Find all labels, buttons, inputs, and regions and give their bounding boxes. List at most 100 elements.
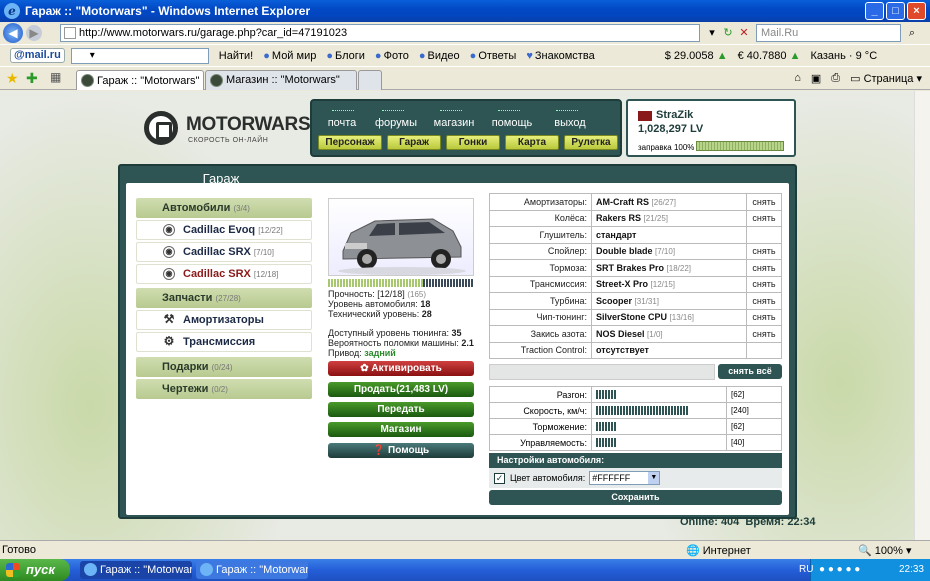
color-select[interactable]: #FFFFFF ▼ bbox=[589, 471, 661, 485]
car-item-selected[interactable]: ◉ Cadillac SRX [12/18] bbox=[136, 264, 312, 284]
part-label: Тормоза: bbox=[489, 259, 592, 277]
toolbar-link-video[interactable]: ● Видео bbox=[419, 50, 460, 62]
remove-part-link[interactable]: снять bbox=[746, 209, 782, 227]
answers-icon: ● bbox=[469, 49, 477, 62]
tab-shop[interactable]: Магазин :: "Motorwars" bbox=[205, 70, 357, 90]
close-button[interactable]: × bbox=[907, 2, 926, 20]
tab-bar: ★ ✚ ▦ Гараж :: "Motorwars"✕ Магазин :: "… bbox=[0, 66, 930, 90]
taskbar-item[interactable]: Гараж :: "Motorwars... bbox=[80, 561, 192, 579]
part-item-shocks[interactable]: ⚒ Амортизаторы bbox=[136, 310, 312, 330]
nav-help[interactable]: помощь bbox=[484, 107, 540, 131]
save-button[interactable]: Сохранить bbox=[489, 490, 782, 505]
feeds-icon[interactable]: ▣ bbox=[811, 72, 821, 85]
refresh-icon[interactable]: ↻ bbox=[720, 25, 736, 41]
car-item[interactable]: ◉ Cadillac Evoq [12/22] bbox=[136, 220, 312, 240]
transfer-button[interactable]: Передать bbox=[328, 402, 474, 417]
address-field[interactable]: http://www.motorwars.ru/garage.php?car_i… bbox=[60, 24, 700, 42]
toolbar-link-photo[interactable]: ● Фото bbox=[375, 50, 409, 62]
part-value[interactable]: Scooper [31/31] bbox=[591, 292, 747, 310]
nav-mail[interactable]: почта bbox=[318, 107, 366, 131]
settings-title: Настройки автомобиля: bbox=[489, 453, 782, 468]
stop-icon[interactable]: ✕ bbox=[736, 25, 752, 41]
part-value[interactable]: Rakers RS [21/25] bbox=[591, 209, 747, 227]
part-label: Турбина: bbox=[489, 292, 592, 310]
back-button[interactable]: ◀ bbox=[3, 23, 23, 43]
username[interactable]: StraZik bbox=[656, 109, 693, 121]
part-item-transmission[interactable]: ⚙ Трансмиссия bbox=[136, 332, 312, 352]
part-value[interactable]: SilverStone CPU [13/16] bbox=[591, 308, 747, 326]
toolbar-link-blogs[interactable]: ● Блоги bbox=[326, 50, 365, 62]
home-icon[interactable]: ⌂ bbox=[794, 72, 801, 85]
system-tray: RU ● ● ● ● ● 22:33 bbox=[799, 559, 930, 581]
part-label: Амортизаторы: bbox=[489, 193, 592, 211]
language-indicator[interactable]: RU bbox=[799, 559, 813, 581]
tray-icons[interactable]: ● ● ● ● ● bbox=[819, 559, 860, 581]
zoom-level[interactable]: 🔍 100% ▾ bbox=[858, 544, 911, 557]
activate-button[interactable]: ✿ Активировать bbox=[328, 361, 474, 376]
maximize-button[interactable]: □ bbox=[886, 2, 905, 20]
part-value[interactable]: Double blade [7/10] bbox=[591, 242, 747, 260]
subnav-map[interactable]: Карта bbox=[505, 135, 559, 150]
section-cars[interactable]: Автомобили (3/4) bbox=[136, 198, 312, 218]
weather[interactable]: Казань · 9 °C bbox=[810, 50, 877, 62]
quick-tabs-icon[interactable]: ▦ bbox=[50, 70, 61, 84]
spec-value: [62] bbox=[726, 418, 782, 435]
nav-logout[interactable]: выход bbox=[542, 107, 598, 131]
remove-part-link[interactable]: снять bbox=[746, 242, 782, 260]
color-checkbox[interactable]: ✓ bbox=[494, 472, 505, 484]
part-value[interactable]: NOS Diesel [1/0] bbox=[591, 325, 747, 343]
page-scrollbar[interactable] bbox=[914, 91, 930, 540]
part-value[interactable]: стандарт bbox=[591, 226, 747, 244]
nav-shop[interactable]: магазин bbox=[426, 107, 482, 131]
favorites-star-icon[interactable]: ★ bbox=[6, 70, 19, 87]
mailru-toolbar: @mail.ru ▾ Найти! ● Мой мир ● Блоги ● Фото … bbox=[0, 44, 930, 66]
remove-all-button[interactable]: снять всё bbox=[718, 364, 782, 379]
print-icon[interactable]: ⎙ bbox=[831, 72, 840, 85]
section-parts[interactable]: Запчасти (27/28) bbox=[136, 288, 312, 308]
toolbar-link-answers[interactable]: ● Ответы bbox=[470, 50, 517, 62]
forward-button[interactable]: ▶ bbox=[26, 25, 42, 41]
new-tab-button[interactable] bbox=[358, 70, 382, 90]
part-value[interactable]: SRT Brakes Pro [18/22] bbox=[591, 259, 747, 277]
subnav-character[interactable]: Персонаж bbox=[318, 135, 382, 150]
subnav-garage[interactable]: Гараж bbox=[387, 135, 441, 150]
remove-part-link[interactable]: снять bbox=[746, 259, 782, 277]
browser-search-input[interactable]: Mail.Ru bbox=[756, 24, 901, 42]
car-item[interactable]: ◉ Cadillac SRX [7/10] bbox=[136, 242, 312, 262]
start-button[interactable]: пуск bbox=[0, 559, 70, 581]
shop-button[interactable]: Магазин bbox=[328, 422, 474, 437]
help-button[interactable]: ❓ Помощь bbox=[328, 443, 474, 458]
remove-part-link[interactable]: снять bbox=[746, 193, 782, 211]
tab-garage[interactable]: Гараж :: "Motorwars"✕ bbox=[76, 70, 227, 90]
part-value[interactable]: отсутствует bbox=[591, 341, 747, 359]
site-logo[interactable]: MOTORWARS.RU СКОРОСТЬ ОН-ЛАЙН bbox=[140, 103, 342, 153]
mailru-logo[interactable]: @mail.ru bbox=[10, 48, 65, 63]
remove-part-link[interactable]: снять bbox=[746, 325, 782, 343]
section-drawings[interactable]: Чертежи (0/2) bbox=[136, 379, 312, 399]
search-icon[interactable]: ⌕ bbox=[904, 25, 920, 41]
remove-part-link[interactable]: снять bbox=[746, 292, 782, 310]
avatar[interactable] bbox=[638, 111, 652, 121]
subnav-roulette[interactable]: Рулетка bbox=[564, 135, 618, 150]
remove-part-link[interactable]: снять bbox=[746, 275, 782, 293]
page-menu[interactable]: ▭ Страница ▾ bbox=[850, 72, 922, 85]
toolbar-search-select[interactable]: ▾ bbox=[70, 47, 209, 64]
taskbar-item[interactable]: Гараж :: "Motorwars... bbox=[196, 561, 308, 579]
toolbar-search-button[interactable]: Найти! bbox=[219, 50, 253, 62]
minimize-button[interactable]: _ bbox=[865, 2, 884, 20]
part-value[interactable]: AM-Craft RS [26/27] bbox=[591, 193, 747, 211]
subnav-races[interactable]: Гонки bbox=[446, 135, 500, 150]
part-label: Закись азота: bbox=[489, 325, 592, 343]
add-favorites-icon[interactable]: ✚ bbox=[26, 70, 38, 87]
part-row: Чип-тюнинг: SilverStone CPU [13/16] снять bbox=[489, 308, 782, 326]
page-viewport: MOTORWARS.RU СКОРОСТЬ ОН-ЛАЙН почта фору… bbox=[0, 91, 930, 540]
remove-part-link[interactable]: снять bbox=[746, 308, 782, 326]
toolbar-link-dating[interactable]: ♥ Знакомства bbox=[526, 50, 594, 62]
dropdown-icon[interactable]: ▾ bbox=[704, 25, 720, 41]
part-value[interactable]: Street-X Pro [12/15] bbox=[591, 275, 747, 293]
nav-forums[interactable]: форумы bbox=[368, 107, 424, 131]
toolbar-link-myworld[interactable]: ● Мой мир bbox=[263, 50, 316, 62]
section-gifts[interactable]: Подарки (0/24) bbox=[136, 357, 312, 377]
security-zone[interactable]: 🌐 Интернет bbox=[686, 544, 751, 557]
sell-button[interactable]: Продать(21,483 LV) bbox=[328, 382, 474, 397]
